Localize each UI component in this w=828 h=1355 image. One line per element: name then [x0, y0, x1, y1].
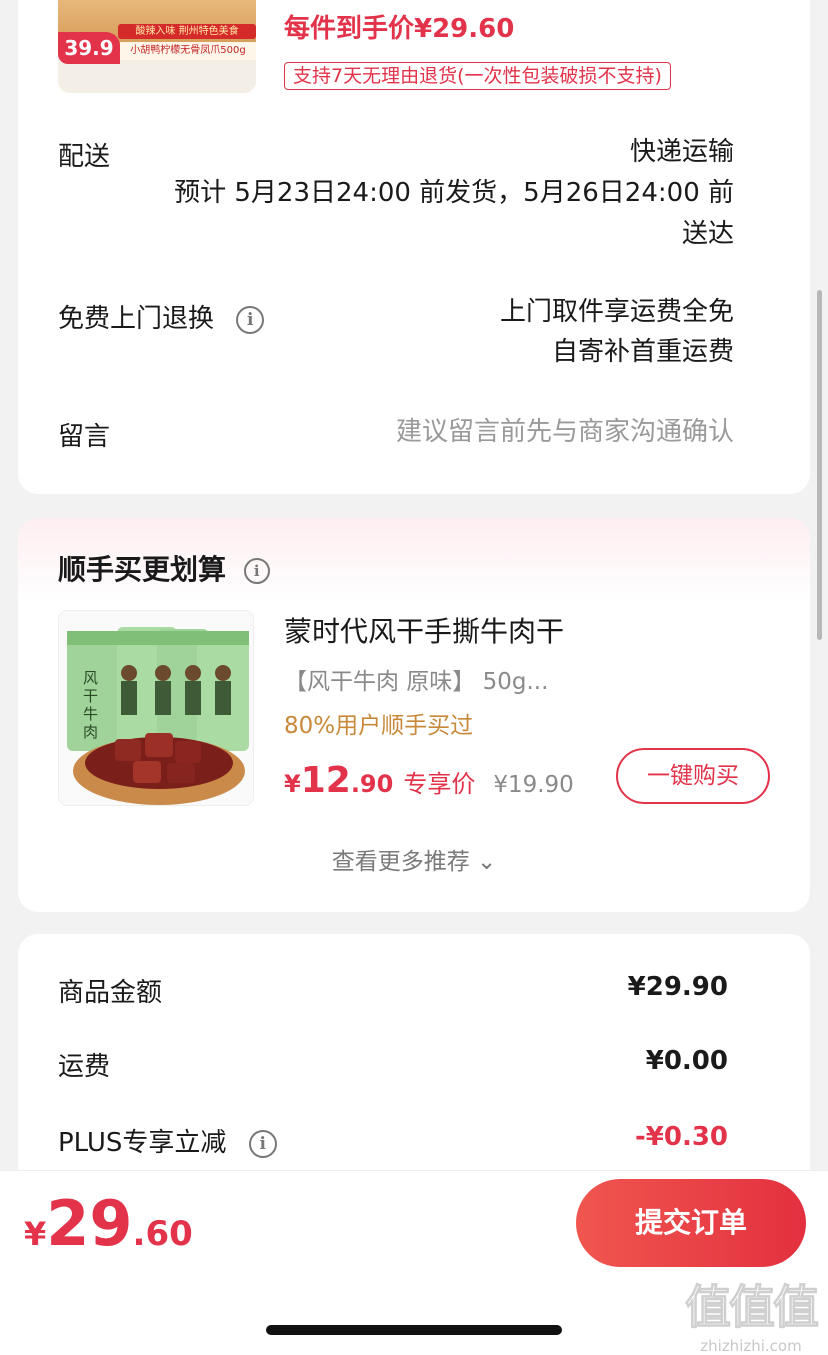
total-symbol: ¥ [24, 1215, 47, 1253]
price-symbol: ¥ [284, 770, 301, 798]
delivery-eta-line1: 预计 5月23日24:00 前发货，5月26日24:00 前 [174, 178, 734, 208]
delivery-eta-line2: 送达 [681, 219, 734, 249]
more-recommendations-link[interactable]: 查看更多推荐 ⌄ [18, 842, 810, 876]
product-thumb-price: 39.9 [58, 32, 120, 64]
delivery-info[interactable]: 快递运输 预计 5月23日24:00 前发货，5月26日24:00 前 送达 [174, 132, 734, 255]
product-thumbnail[interactable]: 酸辣入味 荆州特色美食 39.9 小胡鸭柠檬无骨凤爪500g [58, 0, 256, 93]
summary-value-subtotal: ¥29.90 [627, 972, 728, 1002]
summary-value-shipping: ¥0.00 [645, 1046, 728, 1076]
free-return-line2: 自寄补首重运费 [551, 337, 734, 367]
free-return-info: 上门取件享运费全免 自寄补首重运费 [500, 292, 734, 372]
message-label: 留言 [58, 422, 111, 452]
info-icon[interactable]: i [248, 1129, 277, 1158]
price-decimal: .90 [350, 770, 394, 798]
bundle-card: 顺手买更划算 i 风干牛肉 蒙时代风干手撕牛肉干 【风干牛肉 原味】 50g..… [18, 518, 810, 912]
beef-jerky-image: 风干牛肉 [67, 627, 249, 805]
summary-label-subtotal: 商品金额 [58, 978, 163, 1008]
one-click-buy-button[interactable]: 一键购买 [616, 748, 770, 804]
total-decimal: .60 [132, 1214, 193, 1254]
price-summary-card: 商品金额 ¥29.90 运费 ¥0.00 PLUS专享立减 i -¥0.30 [18, 934, 810, 1194]
price-tag: 专享价 [403, 770, 476, 798]
bundle-item-thumbnail[interactable]: 风干牛肉 [58, 610, 254, 806]
product-thumb-ribbon: 酸辣入味 荆州特色美食 [118, 24, 256, 39]
scrollbar[interactable] [817, 290, 822, 640]
summary-label-plus-discount: PLUS专享立减 i [58, 1122, 277, 1159]
original-price: ¥19.90 [493, 772, 574, 798]
free-return-label: 免费上门退换 i [58, 298, 265, 335]
total-price: ¥29.60 [24, 1187, 193, 1260]
free-return-label-text: 免费上门退换 [58, 304, 215, 334]
return-policy-badge: 支持7天无理由退货(一次性包装破损不支持) [284, 62, 671, 90]
delivery-label: 配送 [58, 142, 111, 172]
bundle-item-name[interactable]: 蒙时代风干手撕牛肉干 [284, 610, 564, 650]
product-thumb-caption: 小胡鸭柠檬无骨凤爪500g [120, 42, 256, 60]
bundle-item-spec[interactable]: 【风干牛肉 原味】 50g... [284, 662, 548, 696]
price-integer: 12 [300, 760, 351, 801]
bundle-title-text: 顺手买更划算 [58, 553, 227, 586]
message-input[interactable]: 建议留言前先与商家沟通确认 [396, 412, 734, 453]
submit-order-button[interactable]: 提交订单 [576, 1179, 806, 1267]
summary-label-shipping: 运费 [58, 1052, 111, 1082]
watermark: 值值值 zhizhizhi.com [678, 1271, 824, 1355]
home-indicator[interactable] [266, 1325, 562, 1335]
watermark-site: zhizhizhi.com [700, 1337, 802, 1355]
watermark-glyphs: 值值值 [685, 1280, 820, 1335]
summary-value-plus-discount: -¥0.30 [634, 1122, 728, 1152]
info-icon[interactable]: i [243, 558, 270, 584]
total-integer: 29 [46, 1187, 133, 1260]
bundle-price: ¥12.90 专享价 ¥19.90 [284, 760, 574, 801]
bundle-social-proof: 80%用户顺手买过 [284, 713, 474, 739]
checkout-bar: ¥29.60 提交订单 值值值 zhizhizhi.com [0, 1170, 828, 1355]
thumb-pack-text: 风干牛肉 [83, 669, 98, 741]
unit-price: 每件到手价¥29.60 [284, 14, 515, 44]
plus-discount-label: PLUS专享立减 [58, 1128, 227, 1158]
info-icon[interactable]: i [236, 305, 265, 334]
bundle-title: 顺手买更划算 i [58, 548, 270, 588]
delivery-method: 快递运输 [629, 137, 734, 167]
free-return-line1: 上门取件享运费全免 [499, 297, 734, 327]
